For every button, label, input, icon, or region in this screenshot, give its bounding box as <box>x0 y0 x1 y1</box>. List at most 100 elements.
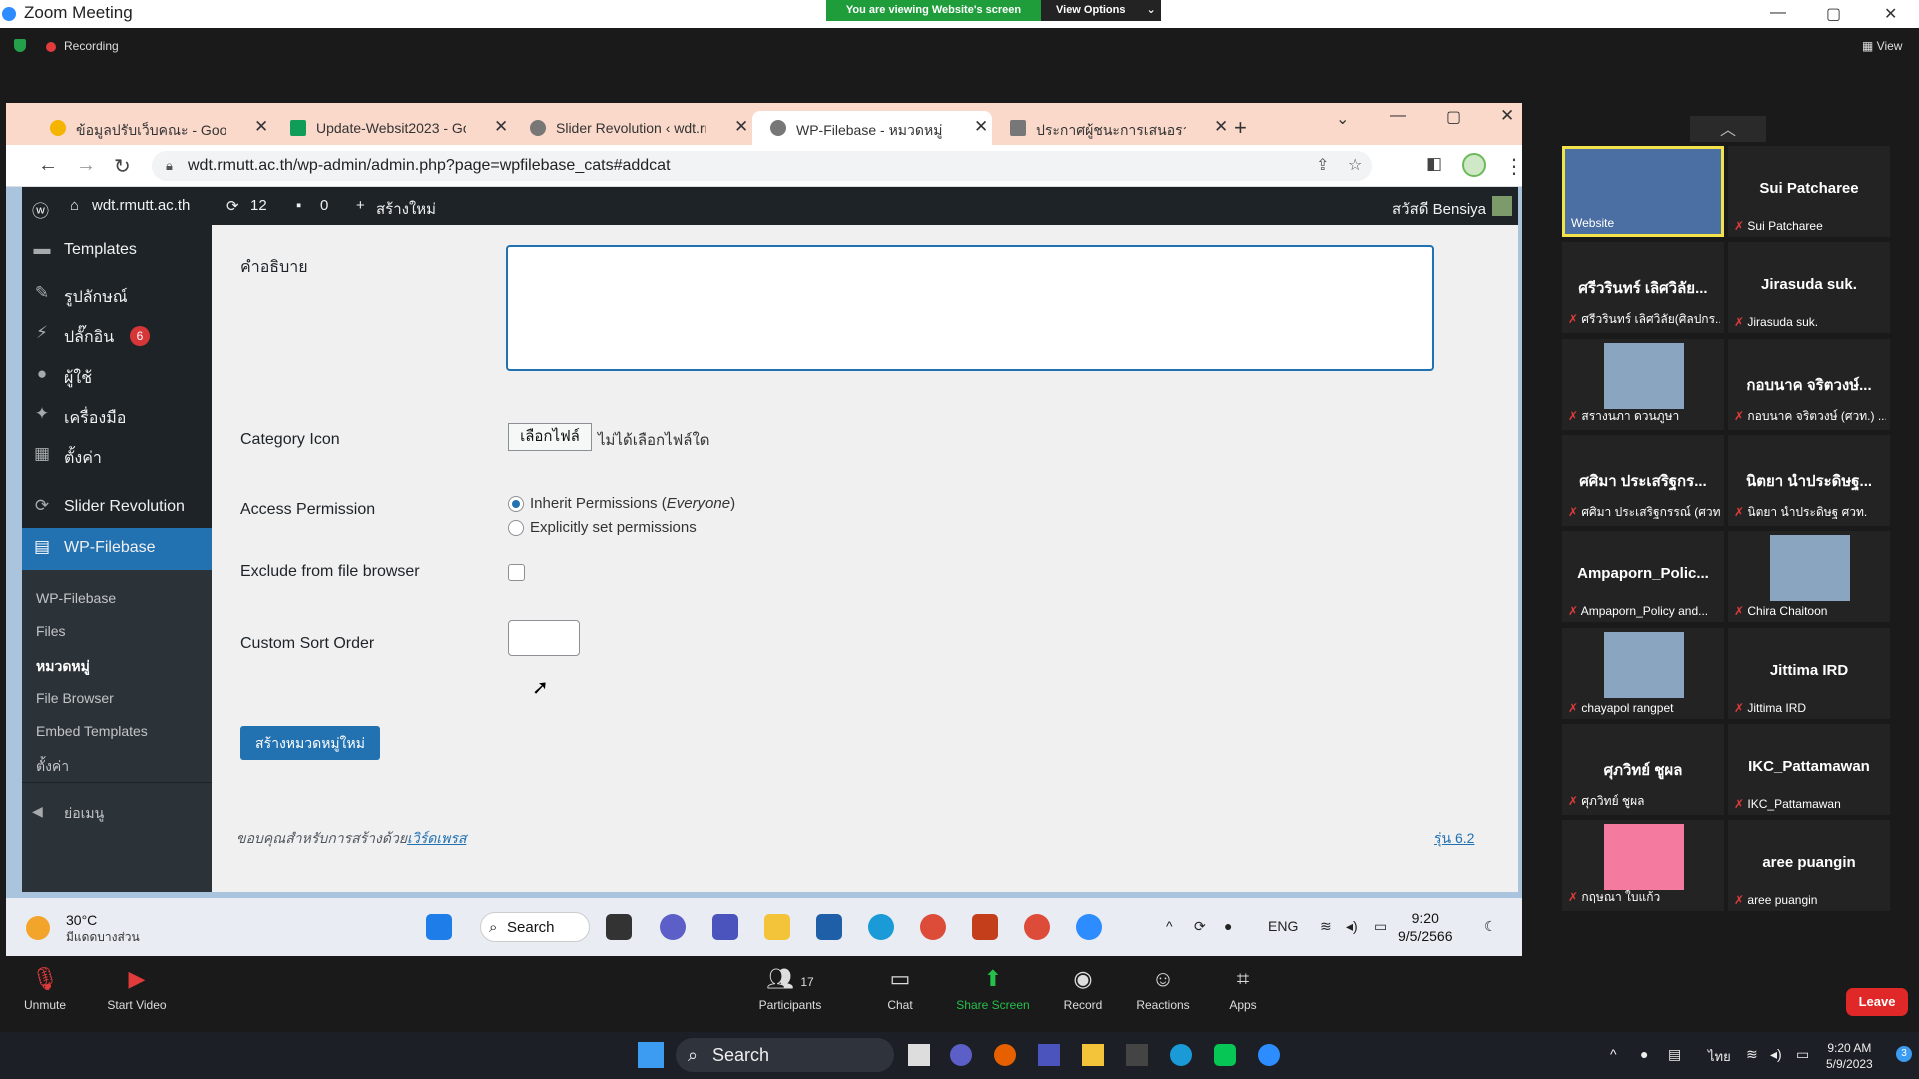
sidebar-item-tools[interactable]: ✦ เครื่องมือ <box>22 398 212 434</box>
collapse-icon[interactable]: ◀ <box>32 803 43 820</box>
record-button[interactable]: ◉ Record <box>1038 964 1128 1012</box>
tray-chevron-icon[interactable]: ^ <box>1610 1046 1617 1062</box>
participants-button[interactable]: 👥︎ 17 Participants <box>745 964 835 1012</box>
minimize-icon[interactable]: — <box>1390 107 1406 125</box>
powerpoint-icon[interactable] <box>972 914 998 940</box>
sort-order-input[interactable] <box>508 620 580 656</box>
chat-app-icon[interactable] <box>660 914 686 940</box>
close-icon[interactable]: ✕ <box>1500 106 1514 126</box>
new-link[interactable]: สร้างใหม่ <box>376 197 436 221</box>
wifi-icon[interactable]: ≋ <box>1746 1046 1758 1063</box>
share-screen-button[interactable]: ⬆︎ Share Screen <box>948 964 1038 1012</box>
wordpress-icon[interactable]: ⓦ <box>32 197 49 222</box>
zoom-icon[interactable] <box>1258 1044 1280 1066</box>
leave-button[interactable]: Leave <box>1846 988 1908 1016</box>
user-avatar[interactable] <box>1492 196 1512 216</box>
unmute-button[interactable]: 🎙︎ Unmute <box>0 964 90 1012</box>
browser-tab[interactable]: Slider Revolution ‹ wdt.rm ✕ <box>512 111 752 145</box>
app-icon[interactable] <box>1126 1044 1148 1066</box>
task-view-icon[interactable] <box>606 914 632 940</box>
version-link[interactable]: รุ่น 6.2 <box>1434 828 1474 850</box>
radio-inherit[interactable] <box>508 496 524 512</box>
close-icon[interactable]: ✕ <box>1884 4 1897 24</box>
menu-icon[interactable]: ⋮ <box>1504 154 1524 179</box>
teams-icon[interactable] <box>1038 1044 1060 1066</box>
sidebar-item-wp-filebase[interactable]: ▤ WP-Filebase <box>22 528 212 570</box>
submenu-item[interactable]: Embed Templates <box>36 723 148 739</box>
edge-icon[interactable] <box>1170 1044 1192 1066</box>
participant-tile[interactable]: ✗ chayapol rangpet <box>1562 628 1724 719</box>
taskbar-clock[interactable]: 9:20 9/5/2566 <box>1398 909 1453 945</box>
mic-icon[interactable]: ● <box>1224 918 1232 934</box>
tray-chevron-icon[interactable]: ^ <box>1166 918 1173 934</box>
submenu-item[interactable]: File Browser <box>36 690 114 706</box>
site-link[interactable]: wdt.rmutt.ac.th <box>92 197 190 214</box>
participant-tile[interactable]: aree puangin ✗ aree puangin <box>1728 820 1890 911</box>
url-field[interactable]: 🔒︎ wdt.rmutt.ac.th/wp-admin/admin.php?pa… <box>152 151 1372 181</box>
gallery-up-icon[interactable]: ︿ <box>1690 116 1766 142</box>
new-tab-icon[interactable]: + <box>1234 115 1247 141</box>
participant-tile[interactable]: ศุภวิทย์ ชูผล ✗ ศุภวิทย์ ชูผล <box>1562 724 1724 815</box>
radio-explicit[interactable] <box>508 520 524 536</box>
participant-tile[interactable]: กอบนาค จริตวงษ์... ✗ กอบนาค จริตวงษ์ (ศวท… <box>1728 339 1890 430</box>
tab-close-icon[interactable]: ✕ <box>254 117 268 137</box>
add-icon[interactable]: + <box>356 197 365 214</box>
moon-icon[interactable]: ☾ <box>1484 918 1497 935</box>
windows-clock[interactable]: 9:20 AM 5/9/2023 <box>1826 1040 1873 1072</box>
sidebar-item-slider-revolution[interactable]: ⟳ Slider Revolution <box>22 490 212 526</box>
sidebar-item-settings[interactable]: ▦ ตั้งค่า <box>22 438 212 474</box>
updates-count[interactable]: 12 <box>250 197 267 214</box>
create-category-button[interactable]: สร้างหมวดหมู่ใหม่ <box>240 726 380 760</box>
file-explorer-icon[interactable] <box>1082 1044 1104 1066</box>
browser-tab-active[interactable]: WP-Filebase - หมวดหมู่ ‹ w ✕ <box>752 111 992 145</box>
language-indicator[interactable]: ไทย <box>1708 1046 1731 1067</box>
participant-tile[interactable]: IKC_Pattamawan ✗ IKC_Pattamawan <box>1728 724 1890 815</box>
sidepanel-icon[interactable]: ◧ <box>1426 154 1442 174</box>
windows-start-icon[interactable] <box>638 1042 664 1068</box>
browser-tab[interactable]: ข้อมูลปรับเว็บคณะ - Google ✕ <box>32 111 272 145</box>
sidebar-item-plugins[interactable]: ⚡︎ ปลั๊กอิน 6 <box>22 317 212 353</box>
tab-list-icon[interactable]: ⌄ <box>1336 109 1349 129</box>
maximize-icon[interactable]: ▢ <box>1826 4 1841 24</box>
chat-button[interactable]: ▭ Chat <box>855 964 945 1012</box>
chrome-icon[interactable] <box>1024 914 1050 940</box>
view-options-button[interactable]: View Options ⌄ <box>1041 0 1161 21</box>
browser-tab[interactable]: ประกาศผู้ชนะการเสนอราคา ✕ <box>992 111 1232 145</box>
task-view-icon[interactable] <box>908 1044 930 1066</box>
submenu-item-active[interactable]: หมวดหมู่ <box>36 656 90 678</box>
mic-icon[interactable]: ● <box>1640 1046 1648 1062</box>
participant-tile[interactable]: Ampaporn_Polic... ✗ Ampaporn_Policy and..… <box>1562 531 1724 622</box>
store-icon[interactable] <box>816 914 842 940</box>
minimize-icon[interactable]: — <box>1770 4 1786 22</box>
edge-icon[interactable] <box>868 914 894 940</box>
file-explorer-icon[interactable] <box>764 914 790 940</box>
participant-tile[interactable]: ศรีวรินทร์ เลิศวิลัย... ✗ ศรีวรินทร์ เลิศ… <box>1562 242 1724 333</box>
shield-icon[interactable] <box>14 39 26 52</box>
home-icon[interactable]: ⌂ <box>70 197 79 214</box>
language-indicator[interactable]: ENG <box>1268 918 1298 934</box>
tab-close-icon[interactable]: ✕ <box>1214 117 1228 137</box>
participant-tile[interactable]: ✗ Chira Chaitoon <box>1728 531 1890 622</box>
weather-widget[interactable]: 30°C มีแดดบางส่วน <box>66 912 140 947</box>
line-icon[interactable] <box>1214 1044 1236 1066</box>
submenu-item[interactable]: WP-Filebase <box>36 590 116 606</box>
participant-tile[interactable]: Jittima IRD ✗ Jittima IRD <box>1728 628 1890 719</box>
participant-tile[interactable]: ✗ สรางนภา ดวนภูษา <box>1562 339 1724 430</box>
sidebar-item-users[interactable]: ● ผู้ใช้ <box>22 358 212 394</box>
chat-app-icon[interactable] <box>950 1044 972 1066</box>
participant-tile[interactable]: นิตยา นำประดิษฐ... ✗ นิตยา นำประดิษฐ ศวท. <box>1728 435 1890 526</box>
firefox-icon[interactable] <box>994 1044 1016 1066</box>
volume-icon[interactable]: ◂) <box>1770 1046 1782 1063</box>
notification-badge[interactable]: 3 <box>1896 1046 1912 1062</box>
profile-avatar[interactable] <box>1462 153 1486 177</box>
tab-close-icon[interactable]: ✕ <box>494 117 508 137</box>
collapse-menu[interactable]: ย่อเมนู <box>64 803 104 825</box>
participant-tile[interactable]: Jirasuda suk. ✗ Jirasuda suk. <box>1728 242 1890 333</box>
star-icon[interactable]: ☆ <box>1348 151 1362 181</box>
volume-icon[interactable]: ◂) <box>1346 918 1358 935</box>
back-icon[interactable]: ← <box>38 154 58 177</box>
keyboard-icon[interactable]: ▤ <box>1668 1046 1681 1063</box>
comments-icon[interactable]: ▪ <box>296 197 301 214</box>
chrome-icon[interactable] <box>920 914 946 940</box>
battery-icon[interactable]: ▭ <box>1796 1046 1809 1063</box>
